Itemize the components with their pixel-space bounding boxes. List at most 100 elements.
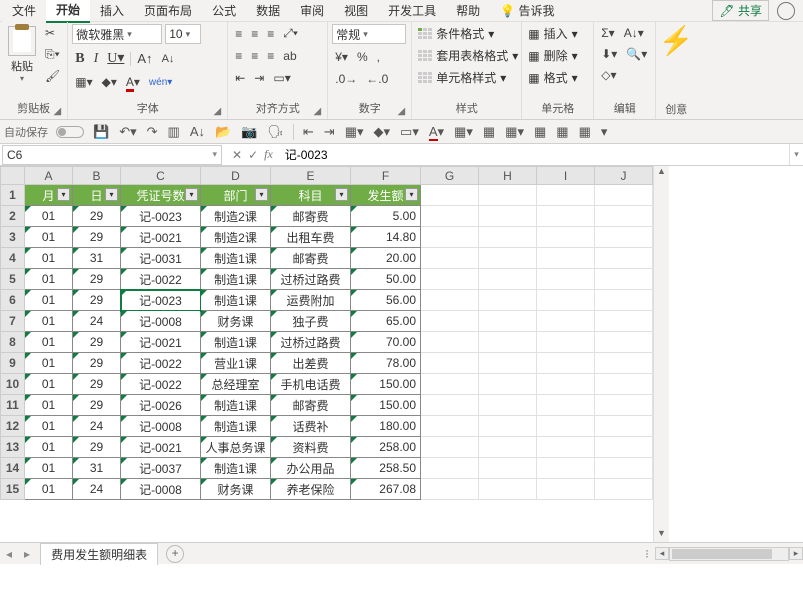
data-cell[interactable]: 01 — [25, 227, 73, 248]
filter-dropdown-icon[interactable]: ▾ — [185, 188, 198, 201]
align-middle-button[interactable]: ≡ — [248, 25, 261, 43]
decrease-indent-button[interactable]: ⇤ — [232, 69, 248, 87]
data-cell[interactable]: 制造1课 — [201, 458, 271, 479]
fill-color-button[interactable]: ◆▾ — [99, 73, 120, 91]
data-cell[interactable]: 24 — [73, 311, 121, 332]
filter-dropdown-icon[interactable]: ▾ — [335, 188, 348, 201]
data-cell[interactable]: 78.00 — [351, 353, 421, 374]
indent-left-icon[interactable]: ⇤ — [302, 124, 315, 140]
autosum-button[interactable]: Σ▾ — [598, 24, 617, 42]
data-cell[interactable]: 01 — [25, 206, 73, 227]
calc-icon[interactable]: ▦ — [482, 124, 496, 140]
data-cell[interactable]: 01 — [25, 479, 73, 500]
freeze-icon[interactable]: ▦▾ — [504, 124, 525, 140]
new-icon[interactable]: ▥ — [167, 124, 181, 140]
data-cell[interactable]: 258.00 — [351, 437, 421, 458]
data-cell[interactable]: 话费补 — [271, 416, 351, 437]
col-header[interactable]: I — [537, 167, 595, 185]
data-cell[interactable]: 制造1课 — [201, 269, 271, 290]
camera-icon[interactable]: 📷 — [240, 124, 258, 140]
data-cell[interactable]: 制造1课 — [201, 332, 271, 353]
data-cell[interactable]: 01 — [25, 248, 73, 269]
tab-insert[interactable]: 插入 — [90, 0, 134, 22]
data-cell[interactable]: 14.80 — [351, 227, 421, 248]
data-cell[interactable]: 制造2课 — [201, 206, 271, 227]
shrink-font-button[interactable]: A↓ — [159, 51, 178, 67]
data-cell[interactable]: 手机电话费 — [271, 374, 351, 395]
macros-icon[interactable]: ▦ — [555, 124, 569, 140]
data-cell[interactable]: 29 — [73, 353, 121, 374]
data-cell[interactable]: 营业1课 — [201, 353, 271, 374]
increase-indent-button[interactable]: ⇥ — [251, 69, 267, 87]
data-cell[interactable]: 29 — [73, 227, 121, 248]
data-cell[interactable]: 邮寄费 — [271, 248, 351, 269]
align-center-button[interactable]: ≡ — [248, 47, 261, 65]
fill-color-icon[interactable]: ◆▾ — [373, 124, 392, 140]
table-header-cell[interactable]: 发生额▾ — [351, 185, 421, 206]
speak-icon[interactable]: 🗣 — [266, 124, 285, 140]
tab-data[interactable]: 数据 — [246, 0, 290, 22]
data-cell[interactable]: 01 — [25, 332, 73, 353]
col-header[interactable]: D — [201, 167, 271, 185]
tab-review[interactable]: 审阅 — [290, 0, 334, 22]
sort-filter-button[interactable]: A↓▾ — [621, 24, 647, 42]
data-cell[interactable]: 记-0031 — [121, 248, 201, 269]
data-cell[interactable]: 记-0021 — [121, 332, 201, 353]
data-cell[interactable]: 56.00 — [351, 290, 421, 311]
data-cell[interactable]: 70.00 — [351, 332, 421, 353]
cancel-icon[interactable]: ✕ — [232, 148, 242, 162]
number-launcher-icon[interactable]: ◢ — [398, 106, 406, 117]
decrease-decimal-button[interactable]: ←.0 — [363, 70, 391, 88]
col-header[interactable]: E — [271, 167, 351, 185]
data-cell[interactable]: 人事总务课 — [201, 437, 271, 458]
data-cell[interactable]: 制造1课 — [201, 395, 271, 416]
find-button[interactable]: 🔍▾ — [623, 45, 650, 63]
tab-developer[interactable]: 开发工具 — [378, 0, 446, 22]
data-cell[interactable]: 5.00 — [351, 206, 421, 227]
table-header-cell[interactable]: 凭证号数▾ — [121, 185, 201, 206]
data-cell[interactable]: 记-0023 — [121, 290, 201, 311]
align-launcher-icon[interactable]: ◢ — [314, 106, 322, 117]
data-cell[interactable]: 过桥过路费 — [271, 332, 351, 353]
data-cell[interactable]: 50.00 — [351, 269, 421, 290]
wrap-text-button[interactable]: ab — [280, 47, 299, 65]
data-cell[interactable]: 01 — [25, 416, 73, 437]
tab-view[interactable]: 视图 — [334, 0, 378, 22]
data-cell[interactable]: 出租车费 — [271, 227, 351, 248]
data-cell[interactable]: 01 — [25, 374, 73, 395]
data-cell[interactable]: 邮寄费 — [271, 395, 351, 416]
sort-az-icon[interactable]: A↓ — [189, 124, 206, 139]
vertical-scrollbar[interactable]: ▲▼ — [653, 166, 669, 542]
cell-styles-button[interactable]: 单元格样式▾ — [416, 68, 508, 87]
data-cell[interactable]: 31 — [73, 458, 121, 479]
table-header-cell[interactable]: 日▾ — [73, 185, 121, 206]
data-cell[interactable]: 邮寄费 — [271, 206, 351, 227]
font-color-button[interactable]: A▾ — [123, 73, 143, 91]
currency-button[interactable]: ¥▾ — [332, 48, 351, 66]
align-left-button[interactable]: ≡ — [232, 47, 245, 65]
format-icon[interactable]: ▦▾ — [453, 124, 474, 140]
phonetic-button[interactable]: wén▾ — [146, 75, 175, 90]
data-cell[interactable]: 150.00 — [351, 395, 421, 416]
data-cell[interactable]: 记-0022 — [121, 353, 201, 374]
cut-button[interactable]: ✂ — [42, 24, 63, 42]
format-painter-button[interactable]: 🖌 — [42, 67, 63, 85]
fill-button[interactable]: ⬇▾ — [598, 45, 620, 63]
comma-button[interactable]: , — [374, 48, 383, 66]
data-cell[interactable]: 记-0022 — [121, 269, 201, 290]
tab-home[interactable]: 开始 — [46, 0, 90, 23]
name-box[interactable]: C6▾ — [2, 145, 222, 165]
data-cell[interactable]: 制造1课 — [201, 416, 271, 437]
paste-button[interactable]: 粘贴 ▾ — [4, 24, 40, 85]
formula-expand-icon[interactable]: ▾ — [789, 144, 803, 165]
number-format-combo[interactable]: 常规▾ — [332, 24, 406, 44]
data-cell[interactable]: 过桥过路费 — [271, 269, 351, 290]
table-header-cell[interactable]: 月▾ — [25, 185, 73, 206]
data-cell[interactable]: 制造2课 — [201, 227, 271, 248]
formula-input[interactable] — [281, 145, 789, 165]
data-cell[interactable]: 24 — [73, 416, 121, 437]
data-cell[interactable]: 29 — [73, 395, 121, 416]
filter-dropdown-icon[interactable]: ▾ — [105, 188, 118, 201]
data-cell[interactable]: 01 — [25, 311, 73, 332]
fx-icon[interactable]: fx — [264, 147, 273, 162]
